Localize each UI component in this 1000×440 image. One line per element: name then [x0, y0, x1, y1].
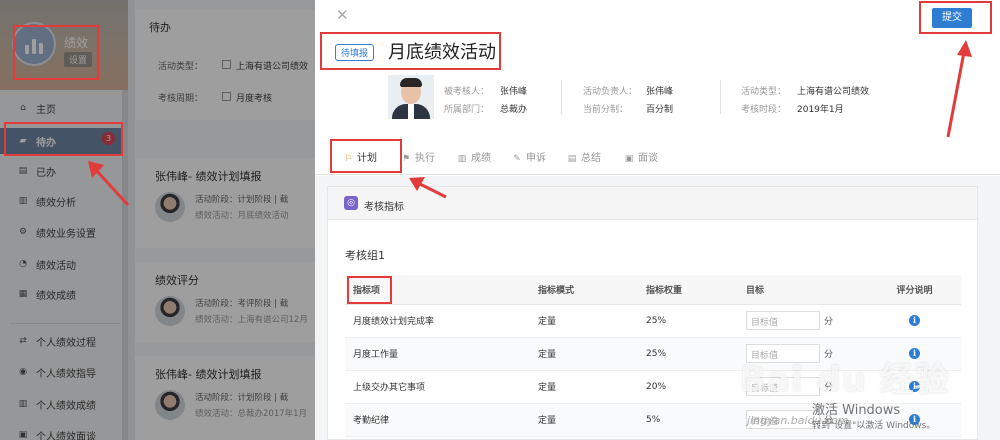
tab-label: 成绩: [471, 153, 491, 164]
target-unit: 分: [824, 317, 834, 327]
cell-item: 上级交办其它事项: [345, 370, 530, 404]
cell-weight: 5%: [638, 403, 738, 437]
target-icon: ◎: [344, 196, 358, 210]
assessee-value: 张伟峰: [500, 87, 528, 97]
annotation-box-title: [320, 32, 501, 70]
cell-mode: 定量: [530, 403, 638, 437]
tab-summary[interactable]: ▤ 总结: [567, 149, 601, 164]
cell-weight: 25%: [638, 304, 738, 338]
tab-label: 面谈: [638, 153, 658, 164]
col-header-target: 目标: [738, 275, 868, 305]
type-label: 活动类型：: [741, 87, 787, 97]
target-input[interactable]: 目标值: [746, 311, 820, 330]
cell-weight: 20%: [638, 370, 738, 404]
annotation-box-item-header: [347, 276, 392, 304]
annotation-box-plan-tab: [330, 139, 402, 173]
chat-icon: ▣: [624, 154, 634, 164]
cell-target: 目标值分: [738, 304, 868, 338]
annotation-box-submit: [919, 1, 992, 34]
col-header-mode: 指标模式: [530, 275, 638, 305]
owner-label: 活动负责人：: [583, 87, 638, 97]
assessee-label: 被考核人：: [444, 87, 490, 97]
info-icon[interactable]: i: [909, 315, 920, 326]
summary-icon: ▤: [567, 154, 577, 164]
col-header-weight: 指标权重: [638, 275, 738, 305]
section-header: [327, 186, 978, 220]
scoring-value: 百分制: [646, 105, 674, 115]
col-header-scoring-note: 评分说明: [868, 275, 961, 305]
table-row: 月度绩效计划完成率 定量 25% 目标值分 i: [345, 304, 961, 338]
info-divider: [720, 80, 721, 114]
dept-label: 所属部门：: [444, 105, 490, 115]
close-icon[interactable]: ✕: [336, 6, 349, 24]
tab-label: 总结: [581, 153, 601, 164]
type-value: 上海有谱公司绩效: [797, 87, 870, 97]
activate-windows-text: 激活 Windows: [812, 403, 901, 418]
annotation-box-todo: [4, 122, 123, 156]
baidu-watermark: Bai du 经验: [740, 360, 950, 400]
tab-appeal[interactable]: ✎ 申诉: [512, 149, 546, 164]
edit-icon: ✎: [513, 154, 521, 164]
execute-icon: ⚑: [401, 154, 411, 164]
owner-value: 张伟峰: [646, 87, 674, 97]
cell-weight: 25%: [638, 337, 738, 371]
cell-scoring-note: i: [868, 304, 961, 338]
cell-item: 月度工作量: [345, 337, 530, 371]
tab-execute[interactable]: ⚑ 执行: [401, 149, 435, 164]
info-divider: [561, 80, 562, 114]
dept-value: 总裁办: [500, 105, 528, 115]
score-chart-icon: ▥: [457, 154, 467, 164]
cell-mode: 定量: [530, 337, 638, 371]
cell-mode: 定量: [530, 370, 638, 404]
tab-label: 执行: [415, 153, 435, 164]
activate-windows-hint: 转到"设置"以激活 Windows。: [812, 421, 936, 431]
group-title: 考核组1: [345, 249, 385, 262]
tab-results[interactable]: ▥ 成绩: [457, 149, 491, 164]
section-title: 考核指标: [364, 202, 404, 213]
period-label: 考核时段：: [741, 105, 787, 115]
scoring-label: 当前分制：: [583, 105, 629, 115]
table-header-row: 指标项 指标模式 指标权重 目标 评分说明: [345, 275, 961, 305]
tab-label: 申诉: [526, 153, 546, 164]
tab-interview[interactable]: ▣ 面谈: [624, 149, 658, 164]
assessee-photo: [388, 75, 434, 119]
period-value: 2019年1月: [797, 105, 844, 115]
cell-item: 考勤纪律: [345, 403, 530, 437]
cell-mode: 定量: [530, 304, 638, 338]
annotation-box-logo: [13, 25, 99, 80]
cell-item: 月度绩效计划完成率: [345, 304, 530, 338]
